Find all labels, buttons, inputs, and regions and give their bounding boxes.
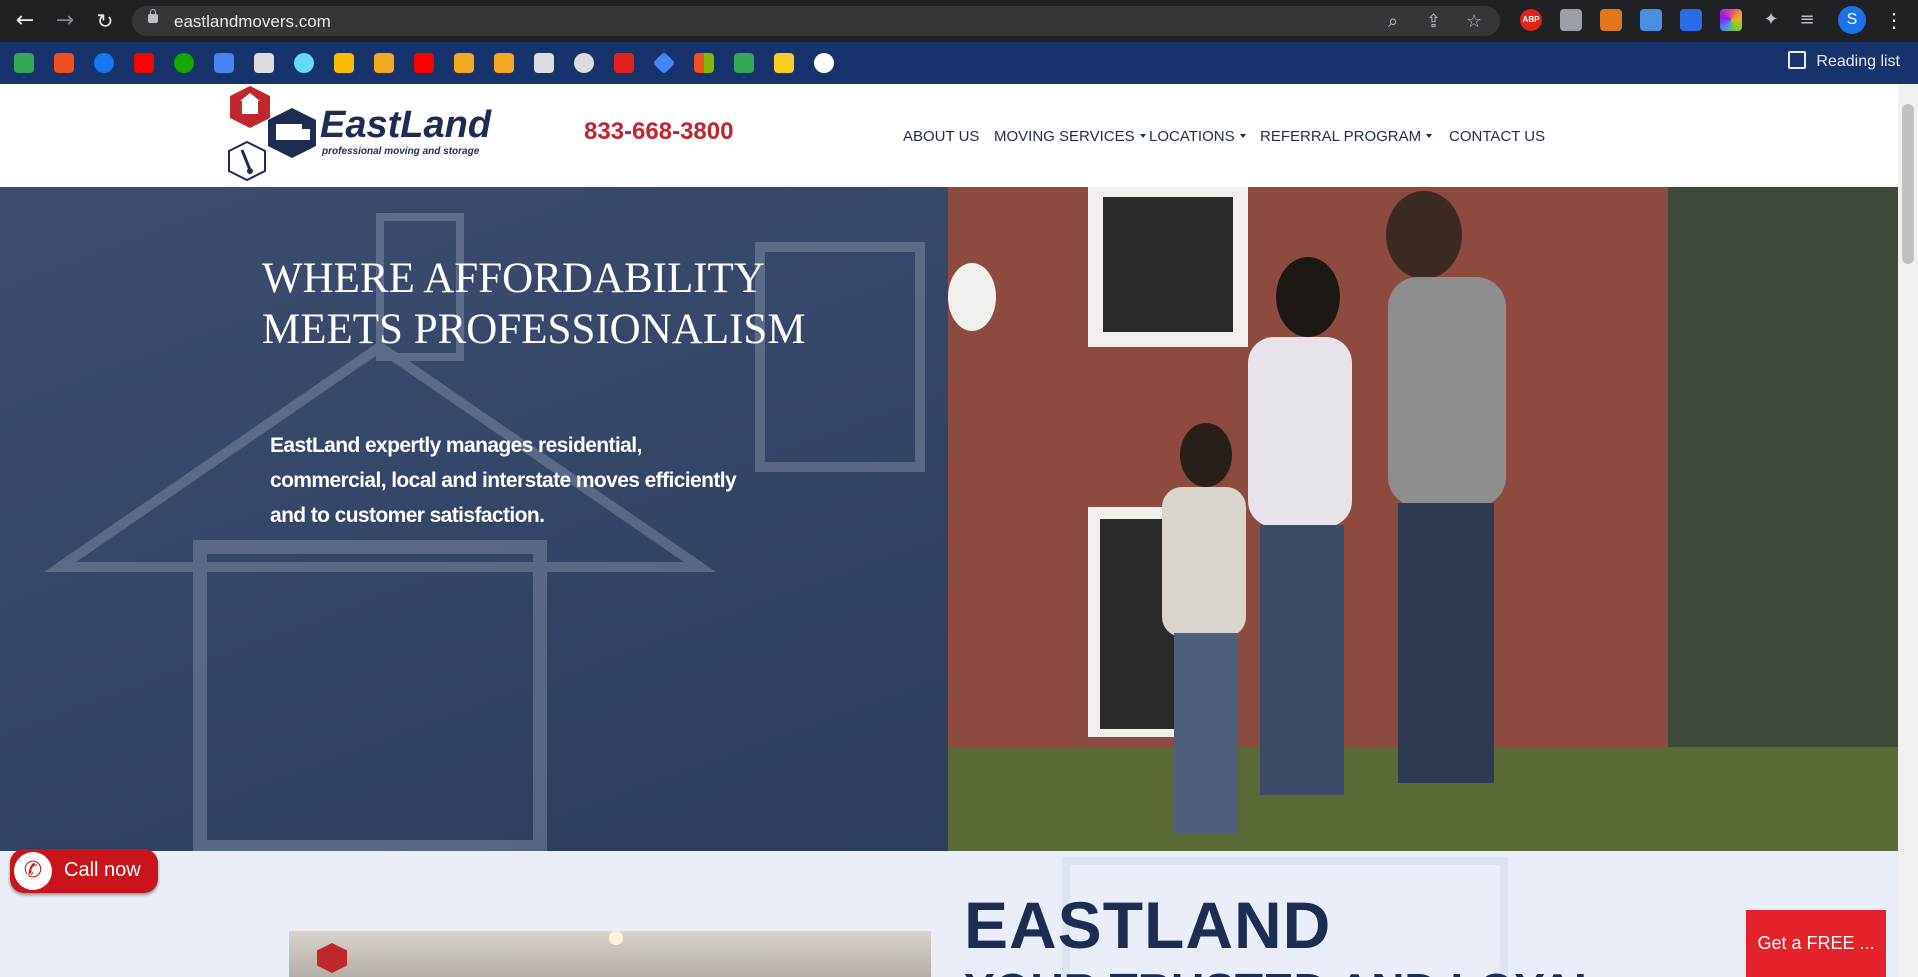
upwork-bookmark-icon[interactable] bbox=[174, 53, 194, 73]
h-icon[interactable] bbox=[1680, 9, 1702, 31]
diamond-bookmark-icon[interactable] bbox=[652, 51, 676, 75]
family-photo-illustration bbox=[948, 187, 1898, 851]
call-now-button[interactable]: ✆ Call now bbox=[10, 849, 158, 893]
facebook-bookmark-icon[interactable] bbox=[94, 53, 114, 73]
hero-section: WHERE AFFORDABILITY MEETS PROFESSIONALIS… bbox=[0, 187, 1898, 851]
hero-headline-line1: WHERE AFFORDABILITY bbox=[262, 255, 765, 302]
puzzle-icon[interactable]: ✦ bbox=[1760, 9, 1782, 31]
hero-description: EastLand expertly manages residential, c… bbox=[270, 428, 760, 533]
chevron-bookmark-icon[interactable] bbox=[734, 53, 754, 73]
site-header: EastLand professional moving and storage… bbox=[0, 84, 1898, 187]
microsoft-bookmark-icon[interactable] bbox=[694, 53, 714, 73]
youtube2-bookmark-icon[interactable] bbox=[414, 53, 434, 73]
nav-contact-us[interactable]: CONTACT US bbox=[1449, 128, 1545, 145]
share-icon[interactable]: ⇪ bbox=[1426, 11, 1441, 32]
section-title: EASTLAND bbox=[964, 888, 1332, 962]
nav-referral-program[interactable]: REFERRAL PROGRAM bbox=[1260, 128, 1433, 145]
nav-referral-program-label: REFERRAL PROGRAM bbox=[1260, 128, 1422, 145]
cube-bookmark-icon[interactable] bbox=[254, 53, 274, 73]
resize-icon[interactable] bbox=[1640, 9, 1662, 31]
forward-arrow-icon[interactable]: → bbox=[52, 8, 78, 34]
eastland-logo[interactable]: EastLand professional moving and storage bbox=[220, 84, 520, 187]
youtube-bookmark-icon[interactable] bbox=[134, 53, 154, 73]
color-wheel-icon[interactable] bbox=[1720, 9, 1742, 31]
about-section: EASTLAND YOUR TRUSTED AND LOYAL bbox=[0, 851, 1898, 977]
reload-icon[interactable]: ↻ bbox=[92, 8, 118, 34]
back-arrow-icon[interactable]: ← bbox=[12, 8, 38, 34]
header-phone-link[interactable]: 833-668-3800 bbox=[584, 118, 733, 146]
scrollbar-thumb[interactable] bbox=[1902, 104, 1914, 264]
nav-locations[interactable]: LOCATIONS bbox=[1149, 128, 1246, 145]
figma-bookmark-icon[interactable] bbox=[54, 53, 74, 73]
home-bookmark-icon[interactable] bbox=[14, 53, 34, 73]
blocks-bookmark-icon[interactable] bbox=[614, 53, 634, 73]
reading-list-icon bbox=[1788, 51, 1807, 69]
call-now-label: Call now bbox=[64, 859, 141, 881]
wordpress-bookmark-icon[interactable] bbox=[574, 53, 594, 73]
reading-list-button[interactable]: Reading list bbox=[1788, 51, 1900, 71]
logo-tagline: professional moving and storage bbox=[322, 146, 480, 157]
react-bookmark-icon[interactable] bbox=[294, 53, 314, 73]
metamask-icon[interactable] bbox=[1600, 9, 1622, 31]
photo-logo-icon bbox=[317, 943, 347, 973]
nav-about-us[interactable]: ABOUT US bbox=[903, 128, 979, 145]
nav-moving-services[interactable]: MOVING SERVICES bbox=[994, 128, 1146, 145]
camera-icon[interactable] bbox=[1560, 9, 1582, 31]
grid-bookmark-icon[interactable] bbox=[534, 53, 554, 73]
url-text[interactable]: eastlandmovers.com bbox=[174, 12, 331, 32]
hero-description-line3: and to customer satisfaction. bbox=[270, 504, 545, 527]
hero-headline-line2: MEETS PROFESSIONALISM bbox=[262, 306, 806, 353]
section-subtitle: YOUR TRUSTED AND LOYAL bbox=[964, 963, 1602, 977]
phone-handset-icon: ✆ bbox=[14, 852, 52, 890]
zoom-search-icon[interactable]: ⌕ bbox=[1388, 11, 1398, 32]
get-free-quote-button[interactable]: Get a FREE ... bbox=[1746, 910, 1886, 977]
logo-wordmark: EastLand bbox=[320, 104, 492, 146]
abp-icon[interactable]: ABP bbox=[1520, 9, 1542, 31]
media-list-icon[interactable]: ≡ bbox=[1796, 9, 1818, 31]
hero-description-line2: commercial, local and interstate moves e… bbox=[270, 469, 737, 492]
caret-down-icon bbox=[1139, 134, 1146, 138]
page-scrollbar[interactable] bbox=[1898, 84, 1918, 977]
reading-list-label: Reading list bbox=[1816, 53, 1900, 70]
hero-headline: WHERE AFFORDABILITY MEETS PROFESSIONALIS… bbox=[262, 253, 862, 355]
github-bookmark-icon[interactable] bbox=[814, 53, 834, 73]
ceiling-light-icon bbox=[609, 931, 623, 945]
star-bookmark-icon[interactable] bbox=[374, 53, 394, 73]
truck-photo bbox=[289, 931, 931, 977]
cap-bookmark-icon[interactable] bbox=[454, 53, 474, 73]
bookmark-star-icon[interactable]: ☆ bbox=[1466, 11, 1482, 32]
caret-down-icon bbox=[1426, 134, 1433, 138]
browser-toolbar: ← → ↻ eastlandmovers.com ⌕ ⇪ ☆ ABP ✦ ≡ S… bbox=[0, 0, 1918, 42]
caret-down-icon bbox=[1239, 134, 1246, 138]
address-bar[interactable]: eastlandmovers.com ⌕ ⇪ ☆ bbox=[132, 6, 1500, 36]
family-photo bbox=[948, 187, 1898, 851]
kebab-menu-icon[interactable]: ⋮ bbox=[1884, 8, 1904, 33]
nav-moving-services-label: MOVING SERVICES bbox=[994, 128, 1135, 145]
flag-bookmark-icon[interactable] bbox=[214, 53, 234, 73]
profile-avatar[interactable]: S bbox=[1838, 6, 1866, 34]
firebase-bookmark-icon[interactable] bbox=[774, 53, 794, 73]
hero-description-line1: EastLand expertly manages residential, bbox=[270, 434, 642, 457]
lock-icon[interactable] bbox=[148, 9, 158, 23]
drive-bookmark-icon[interactable] bbox=[334, 53, 354, 73]
in-bookmark-icon[interactable] bbox=[494, 53, 514, 73]
nav-locations-label: LOCATIONS bbox=[1149, 128, 1235, 145]
bookmarks-bar: Reading list bbox=[0, 42, 1918, 84]
